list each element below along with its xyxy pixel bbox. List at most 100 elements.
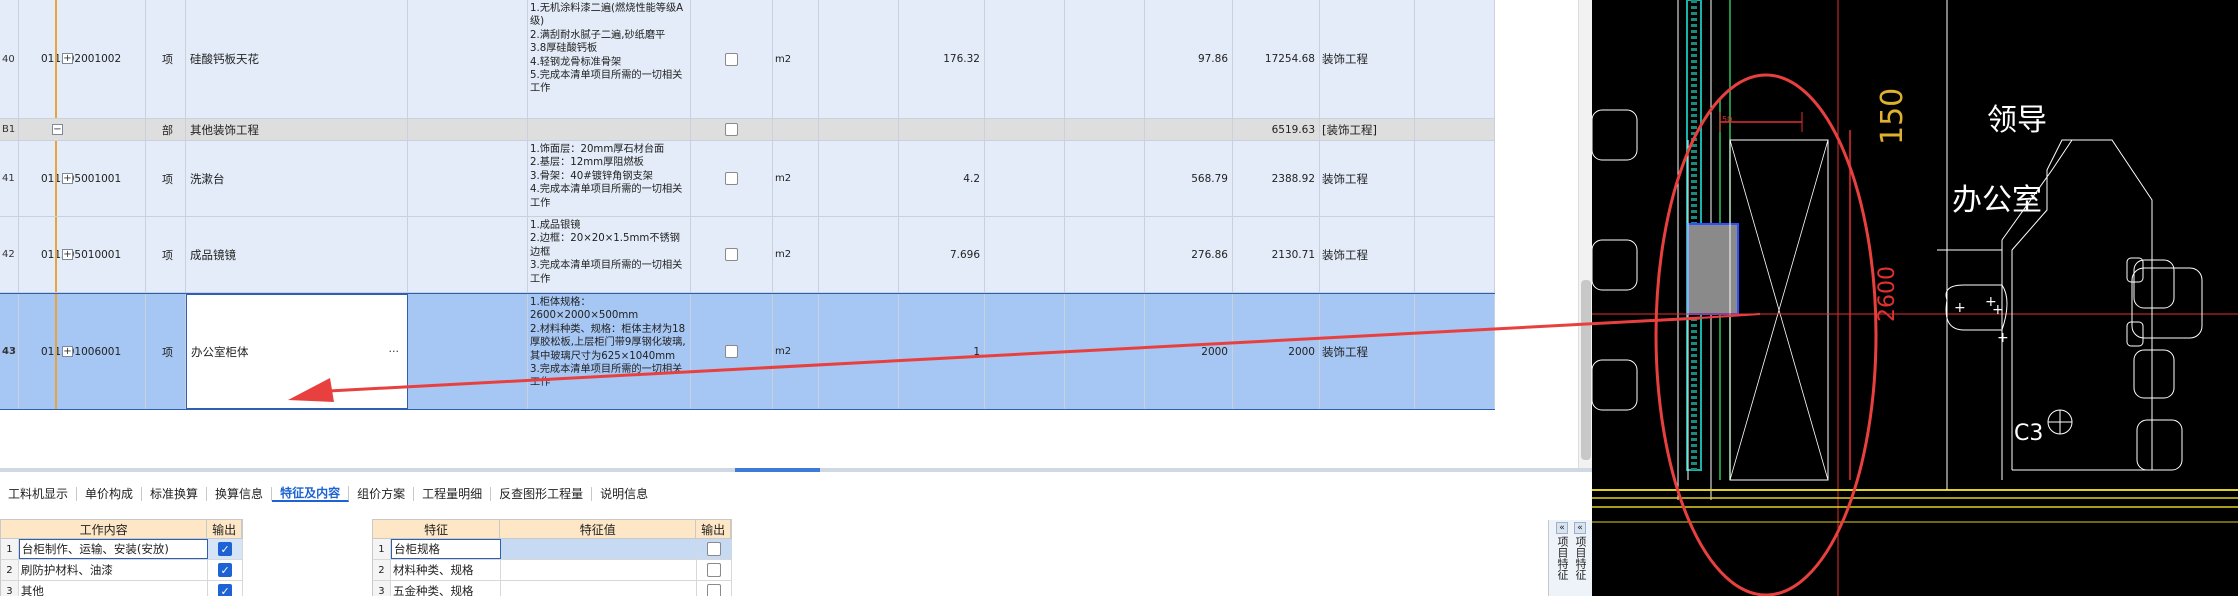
checkbox-checked[interactable]: ✓ xyxy=(218,584,233,596)
empty-cell[interactable] xyxy=(1065,217,1145,292)
empty-cell[interactable] xyxy=(819,141,899,216)
work-content-text[interactable]: 其他 xyxy=(19,581,209,596)
table-row-section[interactable]: B1 − 部 其他装饰工程 6519.63 [装饰工程] xyxy=(0,119,1495,141)
empty-cell[interactable] xyxy=(985,294,1065,409)
table-row[interactable]: 40 + 011302001002 项 硅酸钙板天花 1.无机涂料漆二遍(燃烧性… xyxy=(0,0,1495,119)
feature-value[interactable] xyxy=(500,539,698,559)
item-unit-price[interactable]: 2000 xyxy=(1145,294,1233,409)
work-content-text[interactable]: 刷防护材料、油漆 xyxy=(19,560,209,580)
item-name[interactable]: 成品镜镜 xyxy=(186,217,408,292)
tab-quantity-detail[interactable]: 工程量明细 xyxy=(414,487,492,501)
checkbox-unchecked[interactable] xyxy=(707,563,722,577)
feature-cell[interactable] xyxy=(408,217,528,292)
empty-cell[interactable] xyxy=(985,217,1065,292)
item-code-cell[interactable]: + 011505010001 xyxy=(19,217,146,292)
checkbox-unchecked[interactable] xyxy=(707,542,722,556)
chevron-left-icon[interactable]: « xyxy=(1574,522,1586,534)
feature-value[interactable] xyxy=(501,581,698,596)
row-checkbox[interactable] xyxy=(725,52,738,66)
item-quantity[interactable]: 176.32 xyxy=(899,0,985,118)
chevron-left-icon[interactable]: « xyxy=(1556,522,1568,534)
item-specialty[interactable]: 装饰工程 xyxy=(1320,294,1415,409)
table-row[interactable]: 2 刷防护材料、油漆 ✓ xyxy=(0,560,243,581)
output-cell[interactable] xyxy=(697,539,732,559)
panel-splitter[interactable] xyxy=(0,468,1592,472)
row-checkbox-cell[interactable] xyxy=(691,119,773,140)
empty-cell[interactable] xyxy=(1415,294,1495,409)
feature-name[interactable]: 台柜规格 xyxy=(390,539,501,559)
expand-icon[interactable]: + xyxy=(62,173,73,184)
empty-cell[interactable] xyxy=(1065,0,1145,118)
feature-cell[interactable] xyxy=(408,141,528,216)
item-specialty[interactable]: 装饰工程 xyxy=(1320,217,1415,292)
row-checkbox-cell[interactable] xyxy=(691,294,773,409)
empty-cell[interactable] xyxy=(1415,0,1495,118)
item-quantity[interactable]: 4.2 xyxy=(899,141,985,216)
collapse-icon[interactable]: − xyxy=(52,124,63,135)
output-cell[interactable] xyxy=(697,581,733,596)
tab-reverse-graphic-quantity[interactable]: 反查图形工程量 xyxy=(491,487,593,501)
expand-icon[interactable]: + xyxy=(62,346,73,357)
cad-drawing-view[interactable]: 50 150 2600 + + + + 领导 办公室 C3 xyxy=(1592,0,2238,596)
row-checkbox[interactable] xyxy=(725,345,738,358)
table-row[interactable]: 1 台柜制作、运输、安装(安放) ✓ xyxy=(0,539,243,560)
empty-cell[interactable] xyxy=(819,0,899,118)
table-row[interactable]: 2 材料种类、规格 xyxy=(372,560,733,581)
feature-cell[interactable] xyxy=(408,119,528,140)
item-unit-price[interactable] xyxy=(1145,119,1233,140)
item-description[interactable]: 1.饰面层：20mm厚石材台面 2.基层：12mm厚阻燃板 3.骨架：40#镀锌… xyxy=(528,141,691,216)
tab-unit-price-composition[interactable]: 单价构成 xyxy=(77,487,143,501)
checkbox-unchecked[interactable] xyxy=(707,584,722,596)
row-checkbox[interactable] xyxy=(725,172,738,185)
ellipsis-button[interactable]: ··· xyxy=(389,345,400,358)
empty-cell[interactable] xyxy=(985,119,1065,140)
row-checkbox-cell[interactable] xyxy=(691,141,773,216)
item-description[interactable]: 1.无机涂料漆二遍(燃烧性能等级A级) 2.满刮耐水腻子二遍,砂纸磨平 3.8厚… xyxy=(528,0,691,118)
row-checkbox-cell[interactable] xyxy=(691,0,773,118)
item-name[interactable]: 硅酸钙板天花 xyxy=(186,0,408,118)
expand-icon[interactable]: + xyxy=(62,53,73,64)
empty-cell[interactable] xyxy=(1065,141,1145,216)
tab-conversion-info[interactable]: 换算信息 xyxy=(207,487,273,501)
item-specialty[interactable]: 装饰工程 xyxy=(1320,0,1415,118)
feature-name[interactable]: 材料种类、规格 xyxy=(391,560,501,580)
empty-cell[interactable] xyxy=(1415,119,1495,140)
item-name-editor[interactable]: 办公室柜体 ··· xyxy=(186,294,408,409)
item-description[interactable]: 1.柜体规格： 2600×2000×500mm 2.材料种类、规格：柜体主材为1… xyxy=(528,294,691,409)
output-cell[interactable]: ✓ xyxy=(208,560,243,580)
empty-cell[interactable] xyxy=(1415,217,1495,292)
checkbox-checked[interactable]: ✓ xyxy=(218,563,233,577)
tab-labor-material[interactable]: 工料机显示 xyxy=(0,487,78,501)
scrollbar-thumb[interactable] xyxy=(1581,280,1591,460)
item-code-cell[interactable]: − xyxy=(19,119,146,140)
item-name[interactable]: 其他装饰工程 xyxy=(186,119,408,140)
row-checkbox[interactable] xyxy=(725,248,738,261)
item-unit-price[interactable]: 97.86 xyxy=(1145,0,1233,118)
output-cell[interactable]: ✓ xyxy=(208,581,243,596)
side-tab-feature-1[interactable]: « 项目特征 xyxy=(1553,522,1571,583)
row-checkbox[interactable] xyxy=(725,123,738,136)
empty-cell[interactable] xyxy=(819,294,899,409)
item-quantity[interactable]: 1 xyxy=(899,294,985,409)
table-row[interactable]: 3 五金种类、规格 xyxy=(372,581,733,596)
empty-cell[interactable] xyxy=(985,0,1065,118)
checkbox-checked[interactable]: ✓ xyxy=(218,542,233,556)
table-row[interactable]: 3 其他 ✓ xyxy=(0,581,243,596)
empty-cell[interactable] xyxy=(819,119,899,140)
item-description[interactable]: 1.成品银镜 2.边框：20×20×1.5mm不锈钢边框 3.完成本清单项目所需… xyxy=(528,217,691,292)
feature-cell[interactable] xyxy=(408,0,528,118)
item-specialty[interactable]: [装饰工程] xyxy=(1320,119,1415,140)
item-code-cell[interactable]: + 011505001001 xyxy=(19,141,146,216)
work-content-text[interactable]: 台柜制作、运输、安装(安放) xyxy=(18,539,209,559)
output-cell[interactable]: ✓ xyxy=(208,539,243,559)
item-code-cell[interactable]: + 011501006001 xyxy=(19,294,146,409)
side-tab-feature-2[interactable]: « 项目特征 xyxy=(1571,522,1589,583)
output-cell[interactable] xyxy=(697,560,733,580)
vertical-scrollbar[interactable] xyxy=(1578,0,1592,470)
feature-name[interactable]: 五金种类、规格 xyxy=(391,581,501,596)
item-quantity[interactable] xyxy=(899,119,985,140)
item-specialty[interactable]: 装饰工程 xyxy=(1320,141,1415,216)
expand-icon[interactable]: + xyxy=(62,249,73,260)
feature-cell[interactable] xyxy=(408,294,528,409)
item-unit-price[interactable]: 568.79 xyxy=(1145,141,1233,216)
